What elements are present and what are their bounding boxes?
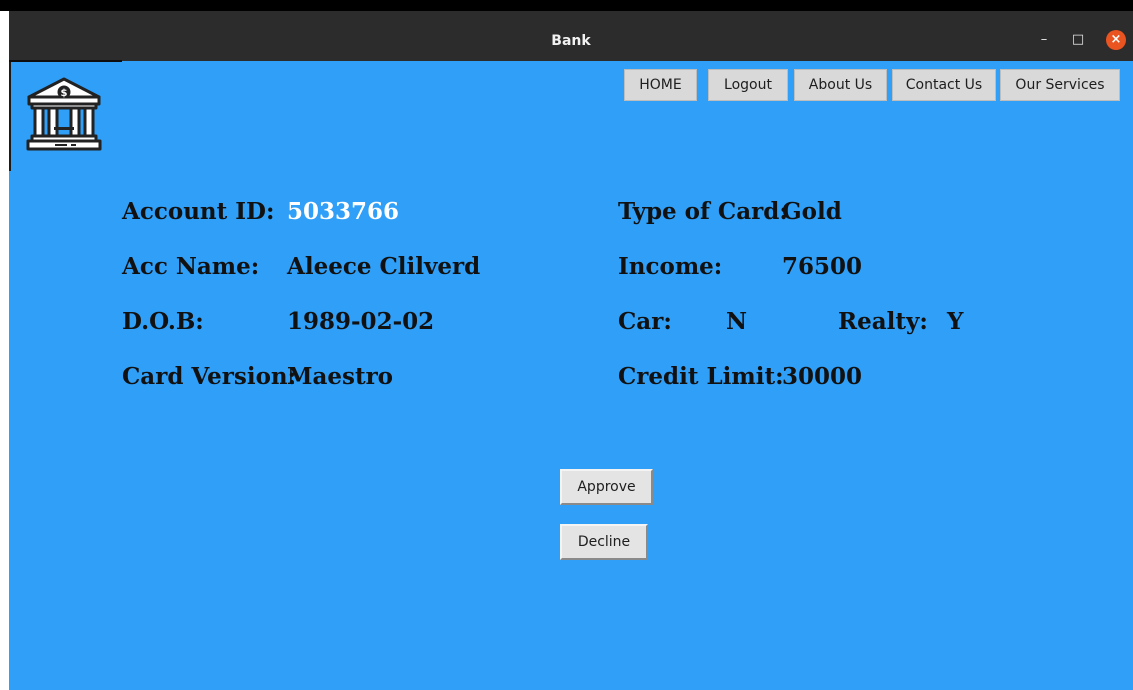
screen: Bank – □ × $ HOME Logout About Us Contac… xyxy=(0,0,1133,690)
window-edge-shadow xyxy=(9,61,11,171)
our-services-button[interactable]: Our Services xyxy=(1000,69,1120,101)
bank-building-icon: $ xyxy=(26,77,102,151)
credit-limit-value: 30000 xyxy=(782,363,863,390)
dob-value: 1989-02-02 xyxy=(287,308,435,335)
home-button[interactable]: HOME xyxy=(624,69,697,101)
approve-button[interactable]: Approve xyxy=(560,469,653,505)
minimize-button[interactable]: – xyxy=(1034,30,1054,50)
contact-us-button[interactable]: Contact Us xyxy=(892,69,996,101)
car-label: Car: xyxy=(618,308,672,335)
dob-label: D.O.B: xyxy=(122,308,204,335)
card-type-label: Type of Card: xyxy=(618,198,788,225)
card-type-value: Gold xyxy=(782,198,842,225)
top-panel-strip xyxy=(0,0,1133,11)
card-version-label: Card Version: xyxy=(122,363,297,390)
window-title: Bank xyxy=(551,33,591,49)
maximize-button[interactable]: □ xyxy=(1068,30,1088,50)
account-id-value: 5033766 xyxy=(287,198,400,225)
about-us-button[interactable]: About Us xyxy=(794,69,887,101)
income-value: 76500 xyxy=(782,253,863,280)
acc-name-value: Aleece Clilverd xyxy=(287,253,481,280)
title-bar[interactable]: Bank – □ × xyxy=(9,11,1133,61)
title-underline xyxy=(9,60,122,62)
card-version-value: Maestro xyxy=(287,363,394,390)
realty-value: Y xyxy=(947,308,964,335)
bank-window: Bank – □ × $ HOME Logout About Us Contac… xyxy=(9,11,1133,690)
realty-label: Realty: xyxy=(838,308,928,335)
close-button[interactable]: × xyxy=(1106,30,1126,50)
logout-button[interactable]: Logout xyxy=(708,69,788,101)
car-value: N xyxy=(726,308,748,335)
account-id-label: Account ID: xyxy=(122,198,275,225)
acc-name-label: Acc Name: xyxy=(122,253,260,280)
dollar-symbol: $ xyxy=(61,88,68,99)
income-label: Income: xyxy=(618,253,723,280)
decline-button[interactable]: Decline xyxy=(560,524,648,560)
credit-limit-label: Credit Limit: xyxy=(618,363,784,390)
